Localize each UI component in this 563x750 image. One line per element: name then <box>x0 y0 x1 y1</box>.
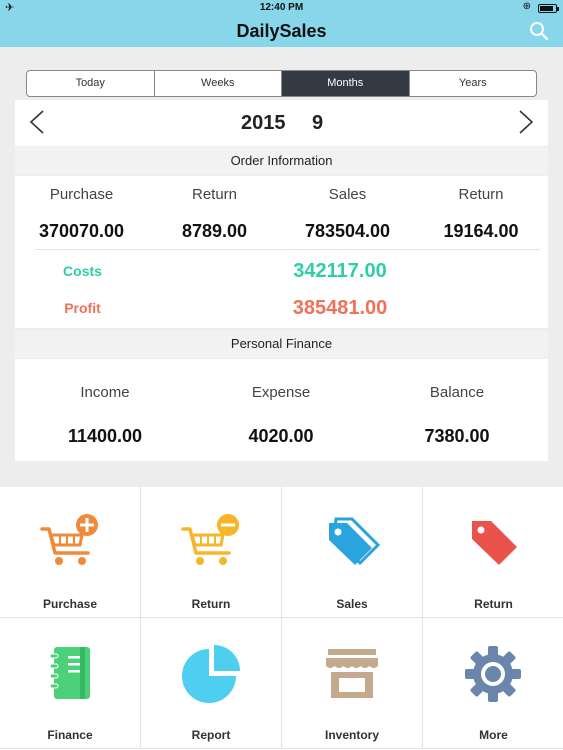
sales-return-tile[interactable]: Return <box>423 487 563 618</box>
cart-remove-icon <box>181 514 239 565</box>
sales-return-tile-label: Return <box>474 597 513 611</box>
navigation-bar: DailySales <box>0 16 563 47</box>
sales-return-label: Return <box>458 186 504 203</box>
sales-value: 783504.00 <box>304 221 391 241</box>
gear-icon <box>465 646 521 702</box>
status-time: 12:40 PM <box>259 2 304 13</box>
battery-icon <box>538 4 559 13</box>
expense-label: Expense <box>251 384 311 401</box>
cart-add-icon <box>40 514 98 565</box>
purchase-label: Purchase <box>49 186 114 203</box>
expense-value: 4020.00 <box>248 426 314 446</box>
costs-value: 342117.00 <box>293 260 387 282</box>
search-icon[interactable] <box>529 21 549 41</box>
personal-finance-header: Personal Finance <box>15 330 548 358</box>
purchase-tile-label: Purchase <box>42 597 98 611</box>
next-period-button[interactable] <box>514 108 538 136</box>
tab-months[interactable]: Months <box>282 71 410 96</box>
purchase-tile[interactable]: Purchase <box>0 487 141 618</box>
tab-weeks[interactable]: Weeks <box>155 71 282 96</box>
selected-month: 9 <box>312 112 324 134</box>
divider <box>35 249 540 250</box>
notebook-icon <box>49 647 90 699</box>
date-selector: 2015 9 <box>15 100 548 146</box>
return-value: 8789.00 <box>181 221 248 241</box>
finance-tile[interactable]: Finance <box>0 618 141 749</box>
costs-label: Costs <box>63 263 102 279</box>
return-tile[interactable]: Return <box>141 487 282 618</box>
tab-years[interactable]: Years <box>410 71 537 96</box>
income-value: 11400.00 <box>67 426 143 446</box>
pie-chart-icon <box>182 645 240 703</box>
report-tile-label: Report <box>191 728 231 742</box>
balance-label: Balance <box>429 384 485 401</box>
return-tile-label: Return <box>191 597 231 611</box>
balance-value: 7380.00 <box>424 426 490 446</box>
rotation-lock-icon: ⊕ <box>522 1 531 12</box>
finance-tile-label: Finance <box>47 728 93 742</box>
period-segmented-control: Today Weeks Months Years <box>26 70 537 97</box>
more-tile-label: More <box>479 728 508 742</box>
order-information-header: Order Information <box>15 147 548 175</box>
inventory-tile-label: Inventory <box>324 728 379 742</box>
profit-label: Profit <box>64 300 101 316</box>
selected-year: 2015 <box>241 112 286 134</box>
app-title: DailySales <box>236 21 327 41</box>
order-information-panel: Purchase Return Sales Return 370070.00 8… <box>15 176 548 328</box>
tag-blue-icon <box>329 517 381 566</box>
sales-tile-label: Sales <box>336 597 368 611</box>
sales-tile[interactable]: Sales <box>282 487 423 618</box>
report-tile[interactable]: Report <box>141 618 282 749</box>
sales-label: Sales <box>328 186 367 203</box>
tag-red-icon <box>472 521 517 565</box>
sales-return-value: 19164.00 <box>443 221 519 241</box>
personal-finance-panel: Income Expense Balance 11400.00 4020.00 … <box>15 359 548 461</box>
status-bar: ✈ 12:40 PM ⊕ <box>0 0 563 16</box>
more-tile[interactable]: More <box>423 618 563 749</box>
tab-today[interactable]: Today <box>27 71 155 96</box>
function-grid: Purchase Return Sales Return Finance Rep… <box>0 487 563 750</box>
storefront-icon <box>326 649 378 698</box>
profit-value: 385481.00 <box>292 297 388 319</box>
inventory-tile[interactable]: Inventory <box>282 618 423 749</box>
purchase-value: 370070.00 <box>38 221 125 241</box>
income-label: Income <box>80 384 130 401</box>
return-label: Return <box>191 186 238 203</box>
previous-period-button[interactable] <box>25 108 49 136</box>
